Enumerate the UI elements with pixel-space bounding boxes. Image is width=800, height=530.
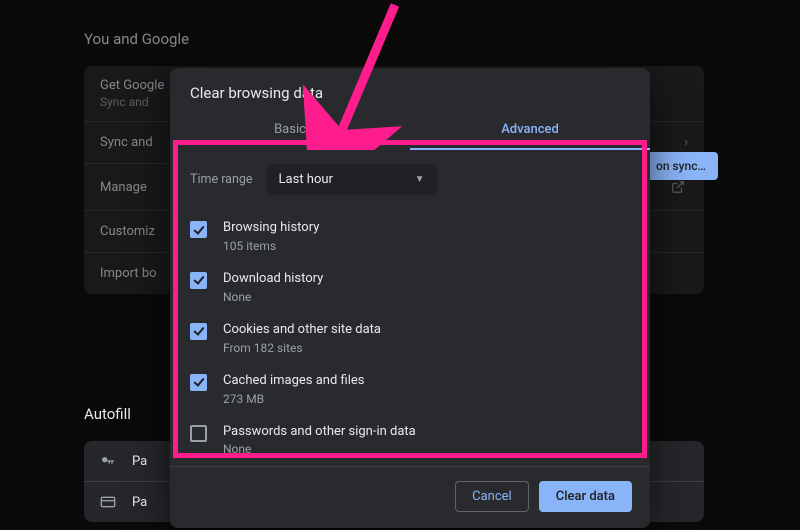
tab-basic[interactable]: Basic (170, 112, 410, 150)
row-label: Import bo (100, 266, 157, 281)
cancel-button[interactable]: Cancel (455, 481, 529, 512)
row-label: Manage (100, 180, 147, 195)
checkbox[interactable] (190, 272, 207, 289)
caret-down-icon: ▼ (415, 174, 425, 185)
row-label: Sync and (100, 135, 153, 150)
clear-browsing-data-dialog: Clear browsing data Basic Advanced Time … (170, 68, 650, 528)
chevron-right-icon: › (684, 135, 688, 150)
option-label: Passwords and other sign-in data (223, 424, 416, 441)
row-label: Pa (132, 454, 147, 469)
option-sublabel: 105 items (223, 239, 319, 253)
dialog-tabs: Basic Advanced (170, 112, 650, 150)
option-sublabel: None (223, 442, 416, 456)
key-icon (100, 453, 118, 469)
checkbox[interactable] (190, 425, 207, 442)
checkbox[interactable] (190, 374, 207, 391)
option-sublabel: None (223, 290, 323, 304)
option-sublabel: From 182 sites (223, 341, 381, 355)
row-label: Pa (132, 495, 147, 510)
time-range-select[interactable]: Last hour ▼ (267, 164, 437, 195)
turn-on-sync-button[interactable]: on sync… (644, 152, 718, 180)
option-row[interactable]: Cached images and files 273 MB (190, 364, 630, 415)
row-label: Customiz (100, 224, 155, 239)
checkbox[interactable] (190, 221, 207, 238)
time-range-label: Time range (190, 172, 253, 187)
checkbox[interactable] (190, 323, 207, 340)
external-link-icon (668, 177, 688, 197)
option-row[interactable]: Browsing history 105 items (190, 211, 630, 262)
card-icon (100, 494, 118, 510)
option-sublabel: 273 MB (223, 392, 364, 406)
clear-data-button[interactable]: Clear data (539, 481, 632, 512)
tab-advanced[interactable]: Advanced (410, 112, 650, 150)
option-label: Cached images and files (223, 373, 364, 390)
option-label: Download history (223, 271, 323, 288)
option-label: Browsing history (223, 220, 319, 237)
option-row[interactable]: Passwords and other sign-in dataNone (190, 415, 630, 460)
option-label: Cookies and other site data (223, 322, 381, 339)
dialog-title: Clear browsing data (170, 68, 650, 112)
option-row[interactable]: Cookies and other site data From 182 site… (190, 313, 630, 364)
option-row[interactable]: Download history None (190, 262, 630, 313)
time-range-value: Last hour (279, 172, 333, 187)
section-you-and-google: You and Google (84, 30, 800, 48)
